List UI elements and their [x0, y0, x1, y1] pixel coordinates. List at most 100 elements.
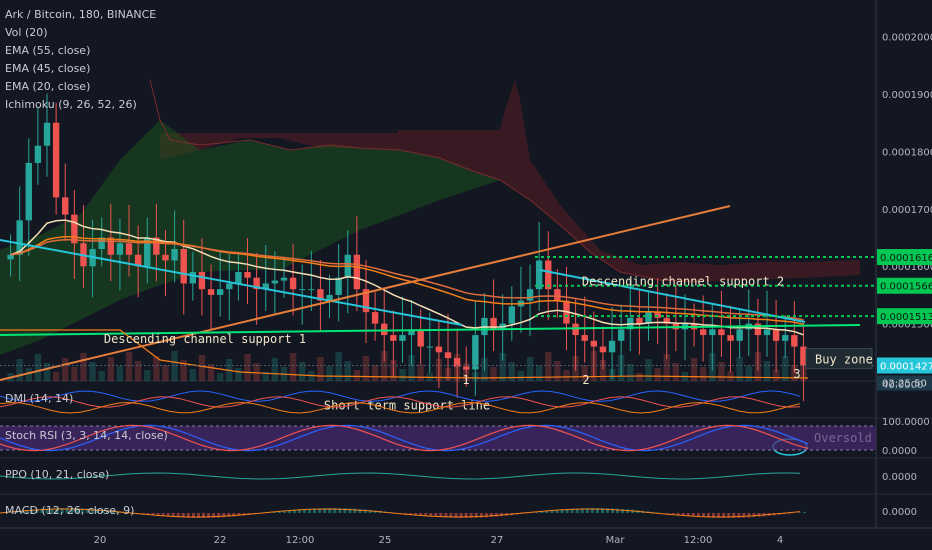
volume-bar — [645, 359, 652, 381]
macd-histogram-bar — [621, 508, 625, 513]
legend-volume: Vol (20) — [5, 26, 48, 39]
macd-histogram-bar — [797, 512, 801, 513]
volume-bar — [417, 364, 424, 381]
macd-histogram-bar — [737, 513, 741, 518]
candle-body — [636, 317, 643, 324]
legend-ichimoku: Ichimoku (9, 26, 52, 26) — [5, 98, 137, 111]
volume-bar — [125, 352, 133, 381]
x-tick-label: 20 — [94, 535, 107, 546]
volume-bar — [517, 371, 525, 381]
ppo-pane-label: PPO (10, 21, close) — [5, 468, 110, 481]
candle-body — [727, 335, 734, 341]
candle-body — [198, 271, 206, 290]
volume-bar — [399, 369, 406, 381]
macd-pane-label: MACD (12, 26, close, 9) — [5, 504, 135, 517]
annotation-label: Descending channel support 1 — [104, 332, 306, 346]
candle-body — [43, 122, 51, 146]
x-tick-label: Mar — [606, 535, 626, 546]
volume-bar — [271, 358, 279, 381]
candle-body — [508, 306, 515, 324]
candle-body — [763, 329, 771, 336]
candle-body — [435, 346, 443, 353]
volume-bar — [235, 368, 242, 381]
volume-bar — [554, 361, 561, 381]
volume-bar — [89, 362, 96, 381]
stoch-tick-label: 0.0000 — [882, 446, 917, 457]
macd-histogram-bar — [742, 513, 746, 518]
candle-body — [791, 335, 798, 347]
volume-bar — [700, 367, 707, 381]
candle-body — [782, 335, 789, 341]
legend-ema55: EMA (55, close) — [5, 44, 91, 57]
macd-histogram-bar — [752, 513, 756, 518]
volume-bar — [299, 362, 306, 381]
volume-bar — [636, 373, 643, 381]
volume-bar — [535, 366, 543, 381]
candle-body — [52, 122, 60, 198]
volume-bar — [690, 358, 698, 381]
candle-body — [718, 329, 725, 336]
dmi-pane-label: DMI (14, 14) — [5, 392, 74, 405]
candle-body — [472, 335, 479, 370]
volume-bar — [353, 370, 361, 381]
candle-body — [371, 312, 379, 324]
candle-body — [125, 243, 133, 255]
price-level-tag-text: 0.0001566 — [880, 282, 932, 293]
candle-body — [399, 335, 406, 341]
volume-bar — [216, 373, 224, 381]
candle-body — [335, 277, 342, 295]
macd-histogram-bar — [666, 513, 670, 514]
candle-body — [417, 329, 424, 347]
x-tick-label: 25 — [379, 535, 392, 546]
candle-body — [390, 335, 397, 341]
candle-body — [244, 271, 251, 278]
candle-body — [736, 329, 743, 341]
y-tick-label: 0.0001700 — [882, 205, 932, 216]
volume-bar — [162, 365, 169, 381]
candle-body — [189, 271, 197, 284]
volume-bar — [727, 371, 734, 381]
y-tick-label: 0.0001800 — [882, 147, 932, 158]
chart-legend: Ark / Bitcoin, 180, BINANCE Vol (20) EMA… — [5, 6, 156, 114]
candle-body — [34, 145, 42, 163]
stoch-tick-label: 100.0000 — [882, 417, 930, 428]
x-tick-label: 27 — [491, 535, 504, 546]
macd-histogram-bar — [671, 513, 675, 515]
dmi-tick-label: 40.0000 — [882, 380, 923, 391]
candle-body — [308, 289, 315, 291]
macd-histogram-bar — [802, 511, 806, 513]
volume-bar — [207, 364, 215, 381]
volume-bar — [98, 371, 105, 381]
candle-body — [772, 329, 780, 341]
macd-histogram-bar — [489, 513, 493, 517]
volume-bar — [289, 353, 297, 381]
volume-bar — [16, 359, 23, 381]
macd-histogram-bar — [747, 513, 751, 518]
volume-bar — [718, 362, 725, 381]
candle-body — [645, 312, 652, 324]
ppo-tick-label: 0.0000 — [882, 472, 917, 483]
candle-body — [463, 366, 470, 370]
candle-body — [180, 249, 187, 284]
candle-body — [171, 249, 178, 261]
candle-body — [444, 352, 452, 359]
candle-body — [381, 323, 388, 336]
candle-body — [554, 289, 561, 301]
y-tick-label: 0.0001900 — [882, 90, 932, 101]
y-tick-label: 0.0002000 — [882, 33, 932, 44]
x-tick-label: 12:00 — [286, 535, 315, 546]
candle-body — [289, 277, 297, 290]
candle-body — [353, 254, 361, 290]
volume-bar — [71, 367, 78, 381]
candle-body — [235, 271, 242, 284]
volume-bar — [134, 361, 142, 381]
price-level-tag-text: 0.0001616 — [880, 253, 932, 264]
annotation-label: Descending channel support 2 — [582, 275, 784, 289]
candle-body — [299, 289, 306, 291]
candle-body — [162, 254, 169, 261]
candle-body — [116, 243, 124, 255]
candle-body — [226, 283, 233, 290]
volume-bar — [80, 353, 87, 381]
volume-bar — [745, 366, 752, 381]
volume-bar — [144, 370, 151, 381]
